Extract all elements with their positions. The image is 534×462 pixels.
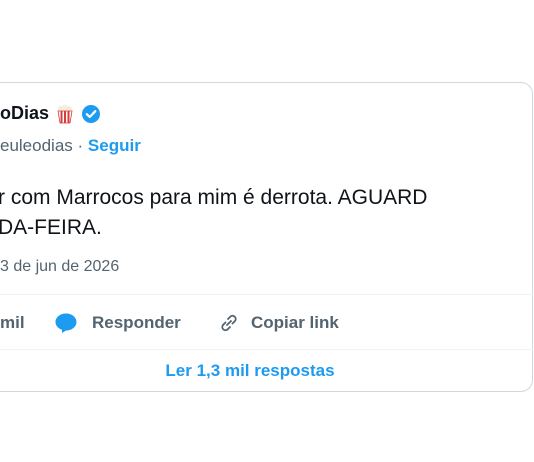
verified-badge-icon <box>81 104 101 124</box>
like-count-button[interactable]: mil <box>0 300 25 346</box>
reply-label: Responder <box>92 313 181 332</box>
reply-button[interactable]: Responder <box>54 300 181 346</box>
tweet-text-line: r com Marrocos para mim é derrota. AGUAR… <box>0 186 428 209</box>
like-count: mil <box>0 313 25 332</box>
copy-link-button[interactable]: Copiar link <box>217 300 339 346</box>
separator: · <box>77 136 84 155</box>
tweet-text-line: DA-FEIRA. <box>0 216 102 239</box>
tweet-text: r com Marrocos para mim é derrota. AGUAR… <box>0 183 534 243</box>
link-icon <box>217 311 241 335</box>
tweet-timestamp[interactable]: 3 de jun de 2026 <box>0 258 119 276</box>
author-name[interactable]: oDias <box>0 103 49 124</box>
divider <box>0 294 533 295</box>
copy-link-label: Copiar link <box>251 313 339 332</box>
reply-bubble-icon <box>54 312 78 334</box>
popcorn-icon <box>55 104 75 124</box>
author-row[interactable]: oDias <box>0 103 101 124</box>
follow-button[interactable]: Seguir <box>88 136 141 155</box>
handle-row: eulеodias · Seguir <box>0 136 141 156</box>
author-handle[interactable]: eulеodias <box>0 136 73 155</box>
read-replies-button[interactable]: Ler 1,3 mil respostas <box>0 350 500 391</box>
action-bar: mil Responder Copiar link <box>0 300 533 346</box>
